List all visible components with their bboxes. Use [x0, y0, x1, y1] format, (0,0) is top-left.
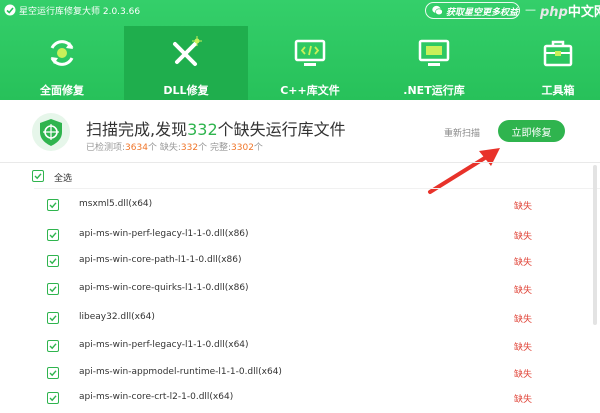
summary-divider	[0, 162, 600, 163]
app-title: 星空运行库修复大师 2.0.3.66	[19, 7, 141, 17]
tab-dll-repair[interactable]: DLL修复	[124, 26, 248, 100]
file-name: libeay32.dll(x64)	[79, 312, 155, 322]
promo-label: 获取星空更多权益	[446, 8, 519, 18]
list-item[interactable]: api-ms-win-perf-legacy-l1-1-0.dll(x64) 缺…	[0, 331, 600, 361]
row-checkbox[interactable]	[47, 340, 59, 352]
tab-cpp-library[interactable]: C++库文件	[248, 26, 372, 100]
summary-title-suffix: 个缺失运行库文件	[217, 120, 346, 139]
select-all-label: 全选	[54, 174, 73, 184]
status-missing: 缺失	[514, 202, 533, 212]
wechat-icon	[432, 5, 443, 16]
row-checkbox[interactable]	[47, 312, 59, 324]
summary-missing-count: 332	[187, 120, 218, 139]
missing-label: 缺失:	[159, 143, 181, 153]
file-name: api-ms-win-core-path-l1-1-0.dll(x86)	[79, 255, 242, 265]
tab-net-runtime[interactable]: .NET运行库	[372, 26, 496, 100]
file-name: api-ms-win-core-quirks-l1-1-0.dll(x86)	[79, 283, 249, 293]
status-missing: 缺失	[514, 258, 533, 268]
tab-toolbox[interactable]: 工具箱	[496, 26, 600, 100]
tab-label: 全面修复	[40, 84, 84, 97]
tab-label: .NET运行库	[403, 84, 465, 97]
checked-label: 已检测项:	[86, 143, 126, 153]
scrollbar-thumb[interactable]	[593, 165, 597, 325]
check-icon	[49, 315, 57, 322]
list-item[interactable]: msxml5.dll(x64) 缺失	[0, 190, 600, 220]
watermark: php中文网	[540, 1, 600, 20]
refresh-shield-icon	[50, 40, 74, 66]
file-name: api-ms-win-perf-legacy-l1-1-0.dll(x86)	[79, 229, 249, 239]
app-logo-icon	[4, 4, 16, 16]
file-name: api-ms-win-core-crt-l2-1-0.dll(x64)	[79, 392, 234, 402]
row-checkbox[interactable]	[47, 367, 59, 379]
list-item[interactable]: api-ms-win-core-path-l1-1-0.dll(x86) 缺失	[0, 246, 600, 276]
minimize-button[interactable]: —	[525, 3, 536, 16]
code-monitor-icon	[294, 39, 326, 66]
complete-unit: 个	[253, 143, 263, 153]
toolbox-icon	[543, 40, 573, 67]
list-header-divider	[34, 188, 600, 189]
checked-unit: 个	[147, 143, 157, 153]
check-icon	[49, 232, 57, 239]
check-icon	[34, 173, 42, 180]
rescan-link[interactable]: 重新扫描	[444, 126, 480, 139]
tab-label: DLL修复	[163, 84, 209, 97]
status-missing: 缺失	[514, 286, 533, 296]
tab-full-repair[interactable]: 全面修复	[0, 26, 124, 100]
row-checkbox[interactable]	[47, 255, 59, 267]
status-missing: 缺失	[514, 395, 533, 405]
row-checkbox[interactable]	[47, 283, 59, 295]
row-checkbox[interactable]	[47, 229, 59, 241]
check-icon	[49, 258, 57, 265]
summary-title: 扫描完成,发现332个缺失运行库文件	[86, 116, 346, 140]
select-all-checkbox[interactable]	[32, 170, 44, 182]
list-item[interactable]: api-ms-win-core-quirks-l1-1-0.dll(x86) 缺…	[0, 274, 600, 304]
check-icon	[49, 286, 57, 293]
file-name: api-ms-win-appmodel-runtime-l1-1-0.dll(x…	[79, 367, 282, 377]
tab-label: 工具箱	[541, 84, 575, 97]
net-monitor-icon	[418, 39, 450, 66]
missing-unit: 个	[198, 143, 208, 153]
check-icon	[49, 395, 57, 402]
file-name: msxml5.dll(x64)	[79, 199, 153, 209]
watermark-cn: 中文网	[567, 5, 600, 20]
check-icon	[49, 370, 57, 377]
list-item[interactable]: libeay32.dll(x64) 缺失	[0, 303, 600, 333]
wrench-screwdriver-icon	[173, 36, 202, 66]
check-icon	[49, 343, 57, 350]
scan-shield-icon	[32, 113, 70, 151]
status-missing: 缺失	[514, 370, 533, 380]
title-bar: 星空运行库修复大师 2.0.3.66 获取星空更多权益 — php中文网	[0, 0, 600, 22]
row-checkbox[interactable]	[47, 199, 59, 211]
list-scrollbar[interactable]	[592, 163, 598, 407]
file-name: api-ms-win-perf-legacy-l1-1-0.dll(x64)	[79, 340, 249, 350]
main-tabs: 全面修复 DLL修复 C++库文件 .NET运行库 工具箱	[0, 26, 600, 100]
summary-title-prefix: 扫描完成,发现	[86, 120, 188, 139]
watermark-php: php	[540, 5, 568, 20]
summary-stats: 已检测项:3634个 缺失:332个 完整:3302个	[86, 140, 263, 153]
missing-value: 332	[180, 143, 199, 153]
check-icon	[49, 202, 57, 209]
complete-value: 3302	[231, 143, 254, 153]
promo-button[interactable]: 获取星空更多权益	[425, 2, 520, 19]
checked-value: 3634	[125, 143, 148, 153]
row-checkbox[interactable]	[47, 392, 59, 404]
status-missing: 缺失	[514, 232, 533, 242]
app-header: 星空运行库修复大师 2.0.3.66 获取星空更多权益 — php中文网 全面修…	[0, 0, 600, 100]
complete-label: 完整:	[209, 143, 232, 153]
tab-label: C++库文件	[280, 84, 340, 97]
status-missing: 缺失	[514, 343, 533, 353]
list-item[interactable]: api-ms-win-core-crt-l2-1-0.dll(x64) 缺失	[0, 383, 600, 413]
fix-now-button[interactable]: 立即修复	[498, 120, 565, 142]
status-missing: 缺失	[514, 315, 533, 325]
